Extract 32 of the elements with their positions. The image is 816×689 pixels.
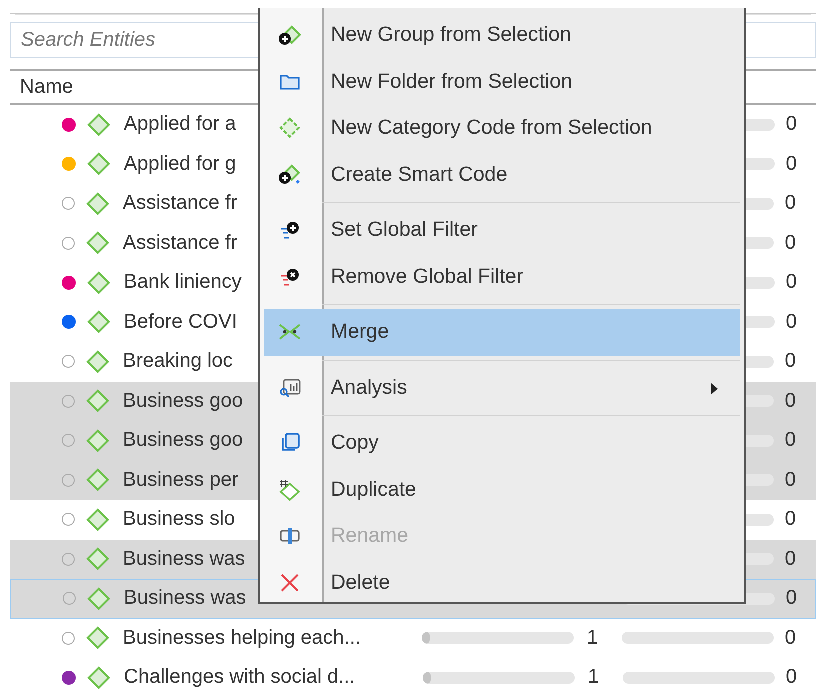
count: 0 xyxy=(785,548,796,570)
count: 0 xyxy=(785,508,796,530)
code-name: Assistance fr xyxy=(123,192,238,214)
count: 0 xyxy=(785,429,796,452)
code-name: Bank liniency xyxy=(124,271,242,294)
count: 0 xyxy=(786,271,798,294)
code-name: Breaking loc xyxy=(123,350,234,372)
count: 1 xyxy=(587,626,598,649)
count: 0 xyxy=(786,587,798,610)
code-name: Challenges with social d... xyxy=(124,666,356,688)
count: 1 xyxy=(588,666,600,688)
count: 0 xyxy=(785,468,796,491)
count: 0 xyxy=(785,626,796,649)
code-name: Business slo xyxy=(123,508,236,530)
code-name: Business was xyxy=(123,548,246,570)
code-name: Business goo xyxy=(123,429,244,452)
count: 0 xyxy=(785,192,796,214)
count: 0 xyxy=(786,310,798,333)
count: 0 xyxy=(785,232,796,254)
code-name: Applied for g xyxy=(124,152,236,175)
count: 0 xyxy=(785,390,796,412)
count: 0 xyxy=(786,152,798,175)
code-name: Before COVI xyxy=(124,310,238,333)
code-name: Business was xyxy=(124,587,246,610)
code-name: Businesses helping each... xyxy=(123,626,361,649)
count: 0 xyxy=(786,666,798,688)
code-name: Business per xyxy=(123,468,239,491)
count: 0 xyxy=(785,350,796,372)
count: 0 xyxy=(786,113,798,136)
code-name: Assistance fr xyxy=(123,232,238,254)
code-name: Applied for a xyxy=(124,113,236,136)
code-name: Business goo xyxy=(123,390,244,412)
